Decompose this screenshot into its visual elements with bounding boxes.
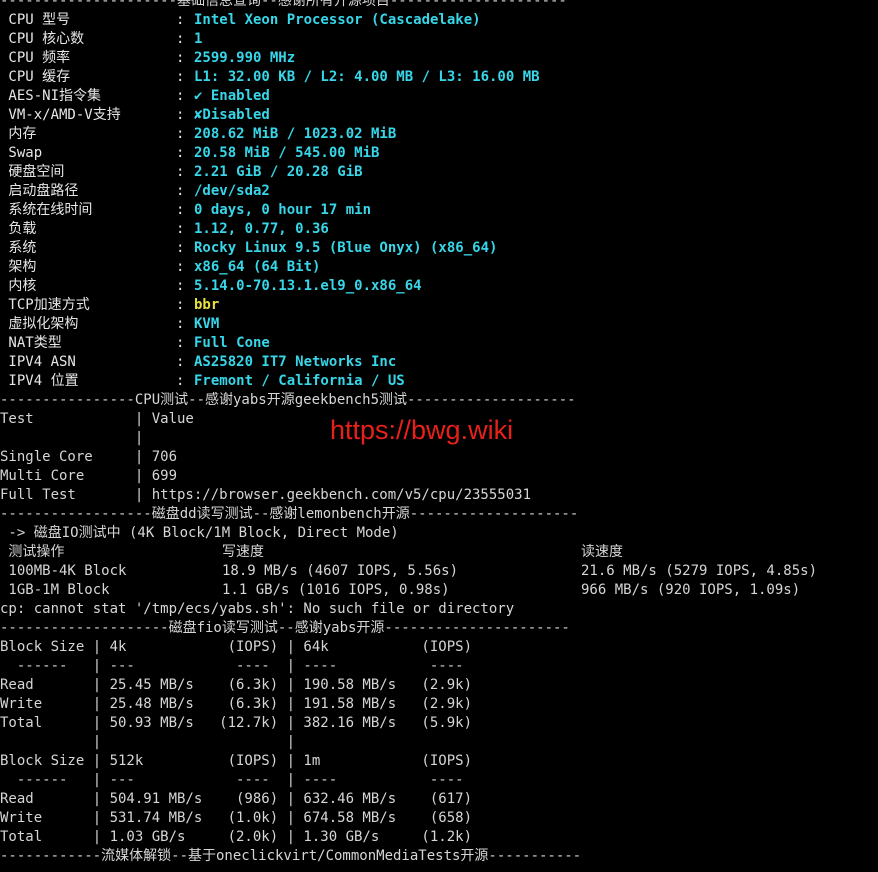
info-label: 系统在线时间 (0, 202, 93, 218)
fio-table-row: Total | 1.03 GB/s (2.0k) | 1.30 GB/s (1.… (0, 829, 473, 845)
info-value: 2.21 GiB / 20.28 GiB (194, 164, 363, 180)
basic-info-list: CPU 型号: Intel Xeon Processor (Cascadelake… (0, 11, 878, 391)
info-value: 208.62 MiB / 1023.02 MiB (194, 126, 397, 142)
info-value: 20.58 MiB / 545.00 MiB (194, 145, 380, 161)
fio-table-row: Write | 25.48 MB/s (6.3k) | 191.58 MB/s … (0, 696, 473, 712)
info-value: 2599.990 MHz (194, 50, 296, 66)
section-separator-disk-dd: ------------------磁盘dd读写测试--感谢lemonbench… (0, 506, 579, 522)
error-message: cp: cannot stat '/tmp/ecs/yabs.sh': No s… (0, 601, 515, 617)
info-row-os: 系统: Rocky Linux 9.5 (Blue Onyx) (x86_64) (0, 240, 498, 256)
info-value: AS25820 IT7 Networks Inc (194, 354, 397, 370)
info-row-swap: Swap:20.58 MiB / 545.00 MiB (0, 145, 380, 161)
disk-dd-header: 测试操作 写速度 读速度 (0, 544, 623, 560)
info-row-cpu-cache: CPU 缓存: L1: 32.00 KB / L2: 4.00 MB / L3: … (0, 69, 540, 85)
info-label: 硬盘空间 (0, 164, 65, 180)
info-value: KVM (194, 316, 220, 332)
info-value: bbr (194, 297, 220, 313)
info-value: 1 (194, 31, 203, 47)
cpu-row-full-test: Full Test | https://browser.geekbench.co… (0, 487, 532, 503)
info-row-kernel: 内核:5.14.0-70.13.1.el9_0.x86_64 (0, 278, 422, 294)
watermark: https://bwg.wiki (330, 415, 514, 445)
fio-table-row: Block Size | 512k (IOPS) | 1m (IOPS) (0, 753, 473, 769)
info-row-load: 负载:1.12, 0.77, 0.36 (0, 221, 329, 237)
info-row-cpu-cores: CPU 核心数:1 (0, 31, 203, 47)
info-value: 5.14.0-70.13.1.el9_0.x86_64 (194, 278, 422, 294)
info-row-memory: 内存:208.62 MiB / 1023.02 MiB (0, 126, 397, 142)
fio-table-row: ------ | --- ---- | ---- ---- (0, 772, 464, 788)
info-value: Rocky Linux 9.5 (Blue Onyx) (x86_64) (194, 240, 498, 256)
info-label: IPV4 ASN (0, 354, 76, 370)
fio-table-row: Total | 50.93 MB/s (12.7k) | 382.16 MB/s… (0, 715, 473, 731)
info-label: IPV4 位置 (0, 373, 79, 389)
info-row-tcp-congestion: TCP加速方式: bbr (0, 297, 220, 313)
info-value: ✔ Enabled (194, 88, 270, 104)
fio-table-row: Write | 531.74 MB/s (1.0k) | 674.58 MB/s… (0, 810, 473, 826)
info-value: 0 days, 0 hour 17 min (194, 202, 372, 218)
info-row-boot-path: 启动盘路径:/dev/sda2 (0, 183, 270, 199)
fio-table-row: Read | 25.45 MB/s (6.3k) | 190.58 MB/s (… (0, 677, 473, 693)
info-label: 系统 (0, 240, 37, 256)
disk-dd-row: 100MB-4K Block 18.9 MB/s (4607 IOPS, 5.56… (0, 563, 818, 579)
section-separator-basic: ---------------------基础信息查询--感谢所有开源项目---… (0, 0, 567, 9)
info-row-nat-type: NAT类型: Full Cone (0, 335, 270, 351)
info-label: NAT类型 (0, 335, 62, 351)
info-value: x86_64 (64 Bit) (194, 259, 321, 275)
info-row-vmx: VM-x/AMD-V支持: ✘Disabled (0, 107, 270, 123)
info-value: 1.12, 0.77, 0.36 (194, 221, 329, 237)
info-value: /dev/sda2 (194, 183, 270, 199)
info-value: L1: 32.00 KB / L2: 4.00 MB / L3: 16.00 M… (194, 69, 540, 85)
info-row-virtualization: 虚拟化架构: KVM (0, 316, 220, 332)
info-label: AES-NI指令集 (0, 88, 102, 104)
info-row-ipv4-location: IPV4 位置: Fremont / California / US (0, 373, 405, 389)
info-label: 负载 (0, 221, 37, 237)
fio-table-row: Block Size | 4k (IOPS) | 64k (IOPS) (0, 639, 473, 655)
info-row-cpu-freq: CPU 频率:2599.990 MHz (0, 50, 296, 66)
fio-table-row: Read | 504.91 MB/s (986) | 632.46 MB/s (… (0, 791, 473, 807)
info-row-aes-ni: AES-NI指令集: ✔ Enabled (0, 88, 270, 104)
section-separator-cpu: ----------------CPU测试--感谢yabs开源geekbench… (0, 392, 576, 408)
fio-table-row: ------ | --- ---- | ---- ---- (0, 658, 464, 674)
info-label: Swap (0, 145, 43, 161)
info-label: TCP加速方式 (0, 297, 90, 313)
cpu-row-multi-core: Multi Core | 699 (0, 468, 178, 484)
info-value: Full Cone (194, 335, 270, 351)
info-label: CPU 缓存 (0, 69, 71, 85)
info-row-cpu-model: CPU 型号: Intel Xeon Processor (Cascadelake… (0, 12, 481, 28)
section-separator-media: ------------流媒体解锁--基于oneclickvirt/Common… (0, 848, 582, 864)
disk-dd-mode: -> 磁盘IO测试中 (4K Block/1M Block, Direct Mo… (0, 525, 399, 541)
fio-table-row: | | (0, 734, 296, 750)
info-value: Intel Xeon Processor (Cascadelake) (194, 12, 481, 28)
section-separator-disk-fio: --------------------磁盘fio读写测试--感谢yabs开源-… (0, 620, 570, 636)
info-value: ✘Disabled (194, 107, 270, 123)
info-row-uptime: 系统在线时间:0 days, 0 hour 17 min (0, 202, 372, 218)
cpu-row-single-core: Single Core | 706 (0, 449, 178, 465)
info-row-disk: 硬盘空间:2.21 GiB / 20.28 GiB (0, 164, 363, 180)
info-row-arch: 架构: x86_64 (64 Bit) (0, 259, 321, 275)
info-label: 架构 (0, 259, 37, 275)
info-value: Fremont / California / US (194, 373, 405, 389)
info-label: VM-x/AMD-V支持 (0, 107, 121, 123)
info-row-ipv4-asn: IPV4 ASN: AS25820 IT7 Networks Inc (0, 354, 397, 370)
disk-dd-row: 1GB-1M Block 1.1 GB/s (1016 IOPS, 0.98s) 9… (0, 582, 801, 598)
info-label: 虚拟化架构 (0, 316, 79, 332)
info-label: CPU 核心数 (0, 31, 85, 47)
info-label: CPU 频率 (0, 50, 71, 66)
info-label: CPU 型号 (0, 12, 71, 28)
info-label: 启动盘路径 (0, 183, 79, 199)
info-label: 内核 (0, 278, 37, 294)
info-label: 内存 (0, 126, 37, 142)
